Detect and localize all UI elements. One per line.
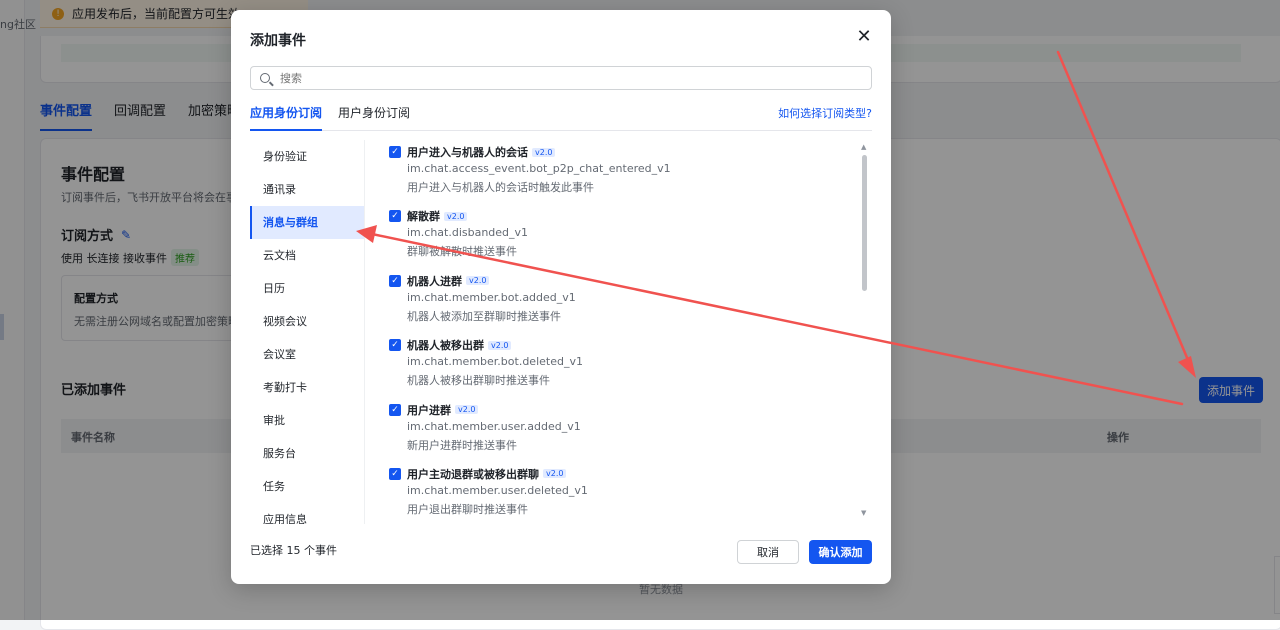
check-icon[interactable]: ✓ xyxy=(389,274,401,287)
event-desc: 新用户进群时推送事件 xyxy=(407,438,517,452)
tab-app-identity[interactable]: 应用身份订阅 xyxy=(250,104,323,131)
event-key: im.chat.member.user.deleted_v1 xyxy=(407,483,588,497)
category-item[interactable]: 应用信息 xyxy=(250,503,364,524)
category-item[interactable]: 服务台 xyxy=(250,437,364,470)
event-desc: 用户进入与机器人的会话时触发此事件 xyxy=(407,181,594,194)
list-item: ✓ 机器人被移出群 v2.0 im.chat.member.bot.deleted… xyxy=(387,333,857,397)
check-icon[interactable]: ✓ xyxy=(389,146,401,158)
version-badge: v2.0 xyxy=(532,147,556,157)
list-item: ✓ 用户主动退群或被移出群聊 v2.0 im.chat.member.user.d… xyxy=(387,462,857,524)
category-item[interactable]: 身份验证 xyxy=(250,140,364,173)
category-item[interactable]: 云文档 xyxy=(250,239,364,272)
selected-count: 已选择 15 个事件 xyxy=(250,544,337,557)
help-link[interactable]: 如何选择订阅类型? xyxy=(778,105,872,121)
list-item: ✓ 解散群 v2.0 im.chat.disbanded_v1 群聊被解散时推送事… xyxy=(387,204,857,268)
search-icon xyxy=(260,73,270,83)
event-name-row: 用户主动退群或被移出群聊 v2.0 xyxy=(407,466,567,482)
event-name: 解散群 xyxy=(407,210,440,224)
category-item[interactable]: 审批 xyxy=(250,404,364,437)
event-desc: 机器人被添加至群聊时推送事件 xyxy=(407,309,561,323)
confirm-add-button[interactable]: 确认添加 xyxy=(809,540,872,564)
event-name: 用户主动退群或被移出群聊 xyxy=(407,467,539,481)
event-name: 机器人进群 xyxy=(407,274,462,288)
event-name: 用户进入与机器人的会话 xyxy=(407,146,528,159)
list-item: ✓ 用户进群 v2.0 im.chat.member.user.added_v1 … xyxy=(387,398,857,462)
event-list-scrollbar[interactable]: ▲ ▼ xyxy=(860,143,870,521)
check-icon[interactable]: ✓ xyxy=(389,339,401,352)
scroll-down-icon[interactable]: ▼ xyxy=(861,509,866,517)
category-item[interactable]: 通讯录 xyxy=(250,173,364,206)
event-key: im.chat.access_event.bot_p2p_chat_entere… xyxy=(407,162,671,175)
event-desc: 群聊被解散时推送事件 xyxy=(407,245,517,259)
event-key: im.chat.member.user.added_v1 xyxy=(407,419,581,433)
add-event-dialog: 添加事件 ✕ 应用身份订阅 用户身份订阅 如何选择订阅类型? 身份验证 通讯录 … xyxy=(231,10,891,584)
category-item[interactable]: 视频会议 xyxy=(250,305,364,338)
search-box xyxy=(250,66,872,90)
category-item[interactable]: 日历 xyxy=(250,272,364,305)
cancel-button[interactable]: 取消 xyxy=(737,540,799,564)
event-desc: 用户退出群聊时推送事件 xyxy=(407,502,528,516)
event-name-row: 机器人进群 v2.0 xyxy=(407,273,490,289)
category-item[interactable]: 考勤打卡 xyxy=(250,371,364,404)
check-icon[interactable]: ✓ xyxy=(389,210,401,223)
check-icon[interactable]: ✓ xyxy=(389,467,401,480)
event-list: ✓ 用户进入与机器人的会话 v2.0 im.chat.access_event.b… xyxy=(387,140,857,524)
version-badge: v2.0 xyxy=(455,405,479,415)
version-badge: v2.0 xyxy=(543,469,567,479)
event-key: im.chat.member.bot.added_v1 xyxy=(407,290,576,304)
event-name: 用户进群 xyxy=(407,403,451,417)
event-name: 机器人被移出群 xyxy=(407,339,484,353)
version-badge: v2.0 xyxy=(488,340,512,350)
event-desc: 机器人被移出群聊时推送事件 xyxy=(407,374,550,388)
list-item: ✓ 用户进入与机器人的会话 v2.0 im.chat.access_event.b… xyxy=(387,140,857,204)
dialog-title: 添加事件 xyxy=(250,33,306,49)
event-key: im.chat.member.bot.deleted_v1 xyxy=(407,355,583,369)
event-name-row: 机器人被移出群 v2.0 xyxy=(407,337,512,353)
event-name-row: 用户进群 v2.0 xyxy=(407,402,479,418)
category-item-active[interactable]: 消息与群组 xyxy=(250,206,364,239)
version-badge: v2.0 xyxy=(444,211,468,221)
category-list: 身份验证 通讯录 消息与群组 云文档 日历 视频会议 会议室 考勤打卡 审批 服… xyxy=(250,140,365,524)
close-icon[interactable]: ✕ xyxy=(855,28,873,46)
event-name-row: 解散群 v2.0 xyxy=(407,208,468,224)
version-badge: v2.0 xyxy=(466,276,490,286)
scrollbar-thumb[interactable] xyxy=(862,155,867,291)
check-icon[interactable]: ✓ xyxy=(389,403,401,416)
category-item[interactable]: 任务 xyxy=(250,470,364,503)
event-key: im.chat.disbanded_v1 xyxy=(407,226,529,240)
event-name-row: 用户进入与机器人的会话 v2.0 xyxy=(407,144,556,160)
list-item: ✓ 机器人进群 v2.0 im.chat.member.bot.added_v1 … xyxy=(387,269,857,333)
tab-user-identity[interactable]: 用户身份订阅 xyxy=(338,104,410,129)
category-item[interactable]: 会议室 xyxy=(250,338,364,371)
scroll-up-icon[interactable]: ▲ xyxy=(861,143,866,151)
search-input[interactable] xyxy=(278,70,842,86)
